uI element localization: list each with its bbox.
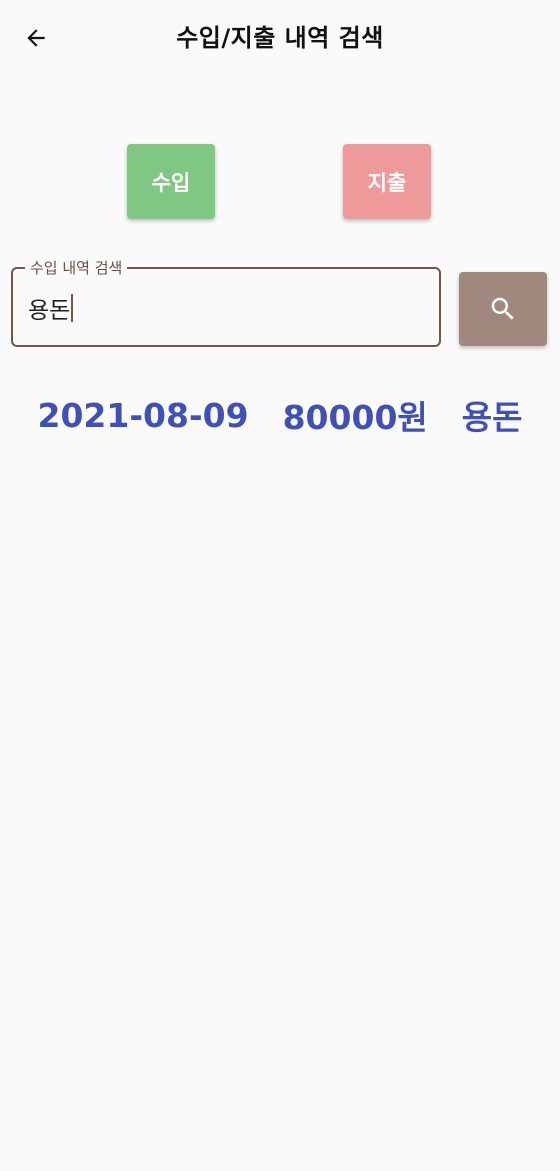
search-icon: [491, 297, 514, 320]
income-button[interactable]: 수입: [127, 144, 215, 219]
expense-button-label: 지출: [367, 170, 407, 195]
search-input-label: 수입 내역 검색: [25, 258, 128, 278]
result-date: 2021-08-09: [37, 395, 249, 435]
income-button-label: 수입: [151, 170, 191, 195]
result-memo: 용돈: [461, 398, 523, 437]
expense-button[interactable]: 지출: [343, 144, 431, 219]
search-input[interactable]: 수입 내역 검색 용돈: [11, 258, 441, 347]
search-input-value: 용돈: [28, 298, 71, 324]
search-button[interactable]: [459, 272, 547, 346]
search-input-value-wrap[interactable]: 용돈: [28, 291, 74, 325]
list-item[interactable]: 2021-08-09 80000원 용돈: [0, 390, 560, 440]
page-title: 수입/지출 내역 검색: [176, 24, 384, 52]
result-amount: 80000원: [282, 398, 428, 437]
app-bar: 수입/지출 내역 검색: [0, 0, 560, 76]
text-cursor: [71, 294, 74, 322]
